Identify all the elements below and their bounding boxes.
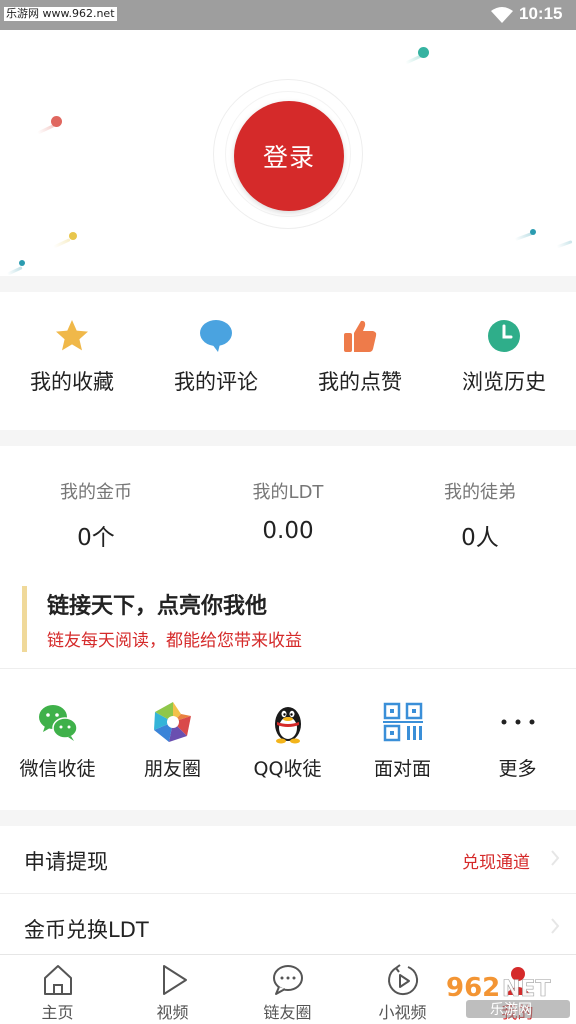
exchange-ldt-label: 金币兑换LDT <box>24 918 149 942</box>
face-to-face-button[interactable]: 面对面 <box>345 700 460 781</box>
comment-bubble-icon <box>200 320 232 352</box>
nav-short-video-label: 小视频 <box>378 1003 427 1022</box>
qq-recruit-label: QQ收徒 <box>253 758 322 780</box>
withdraw-label: 申请提现 <box>24 850 108 874</box>
chat-bubble-icon <box>272 965 303 995</box>
star-icon <box>56 320 88 351</box>
wechat-icon <box>38 705 78 741</box>
likes-button[interactable]: 我的点赞 <box>288 318 432 396</box>
decorative-dot <box>418 47 429 58</box>
ldt-stat[interactable]: 我的LDT 0.00 <box>192 478 384 544</box>
divider-line <box>0 668 576 669</box>
home-icon <box>43 965 72 995</box>
moments-icon <box>152 702 193 742</box>
decorative-dot <box>19 260 25 266</box>
site-logo-watermark: 962 NET 乐游网 <box>446 973 570 1018</box>
ldt-title: 我的LDT <box>252 482 324 503</box>
qq-recruit-button[interactable]: QQ收徒 <box>230 700 345 781</box>
favorites-button[interactable]: 我的收藏 <box>0 318 144 396</box>
section-divider <box>0 810 576 826</box>
wechat-recruit-button[interactable]: 微信收徒 <box>0 700 115 781</box>
decorative-dot <box>51 116 62 127</box>
nav-video[interactable]: 视频 <box>115 963 230 1023</box>
cash-channel-link[interactable]: 兑现通道 <box>462 848 530 873</box>
qr-code-icon <box>382 702 423 742</box>
decorative-trail <box>556 240 573 249</box>
likes-label: 我的点赞 <box>318 370 402 394</box>
clock-icon <box>488 320 520 352</box>
status-time: 10:15 <box>519 4 563 23</box>
favorites-label: 我的收藏 <box>30 370 114 394</box>
stats-panel: 我的金币 0个 我的LDT 0.00 我的徒弟 0人 <box>0 446 576 566</box>
chevron-right-icon <box>551 918 560 934</box>
short-video-icon <box>387 964 418 996</box>
withdraw-row[interactable]: 申请提现 兑现通道 <box>0 826 576 892</box>
status-bar: 乐游网 www.962.net 10:15 <box>0 0 576 30</box>
svg-text:962: 962 <box>446 973 500 1003</box>
slogan-title: 链接天下，点亮你我他 <box>47 594 268 619</box>
nav-short-video[interactable]: 小视频 <box>345 963 460 1023</box>
history-button[interactable]: 浏览历史 <box>432 318 576 396</box>
coins-value: 0个 <box>77 525 115 551</box>
nav-home[interactable]: 主页 <box>0 963 115 1023</box>
face-to-face-label: 面对面 <box>373 758 431 780</box>
exchange-ldt-row[interactable]: 金币兑换LDT <box>0 894 576 960</box>
recruit-share-row: 微信收徒 朋友圈 QQ收徒 面对面 更多 <box>0 670 576 810</box>
nav-friends-circle[interactable]: 链友圈 <box>230 963 345 1023</box>
nav-friends-circle-label: 链友圈 <box>263 1003 312 1022</box>
wechat-recruit-label: 微信收徒 <box>19 758 96 780</box>
apprentice-stat[interactable]: 我的徒弟 0人 <box>384 478 576 552</box>
coins-stat[interactable]: 我的金币 0个 <box>0 478 192 552</box>
apprentice-value: 0人 <box>461 525 499 551</box>
nav-video-label: 视频 <box>156 1003 189 1022</box>
section-divider <box>0 430 576 446</box>
more-share-button[interactable]: 更多 <box>460 700 575 781</box>
comments-label: 我的评论 <box>174 370 258 394</box>
quick-actions: 我的收藏 我的评论 我的点赞 浏览历史 <box>0 292 576 430</box>
coins-title: 我的金币 <box>60 482 132 503</box>
chevron-right-icon <box>551 850 560 866</box>
slogan-banner: 链接天下，点亮你我他 链友每天阅读，都能给您带来收益 <box>22 584 554 654</box>
apprentice-title: 我的徒弟 <box>444 482 516 503</box>
decorative-trail <box>6 266 23 276</box>
thumbs-up-icon <box>344 320 377 352</box>
svg-text:乐游网: 乐游网 <box>490 1002 532 1018</box>
svg-text:NET: NET <box>502 977 550 1002</box>
more-dots-icon <box>501 719 534 725</box>
comments-button[interactable]: 我的评论 <box>144 318 288 396</box>
qq-penguin-icon <box>274 707 301 744</box>
login-button[interactable]: 登录 <box>234 101 344 211</box>
ldt-value: 0.00 <box>262 518 314 544</box>
decorative-trail <box>53 238 71 249</box>
section-divider <box>0 276 576 292</box>
profile-header: 登录 <box>0 30 576 276</box>
more-label: 更多 <box>498 758 537 780</box>
moments-label: 朋友圈 <box>143 758 201 780</box>
nav-home-label: 主页 <box>41 1003 74 1022</box>
slogan-accent-bar <box>22 586 27 652</box>
site-watermark: 乐游网 www.962.net <box>4 7 117 21</box>
profile-page: 乐游网 www.962.net 10:15 登录 我的收藏 我的评论 我的点赞 … <box>0 0 576 1024</box>
moments-share-button[interactable]: 朋友圈 <box>115 700 230 781</box>
decorative-dot <box>69 232 77 240</box>
decorative-dot <box>530 229 536 235</box>
wifi-icon <box>491 7 513 23</box>
play-icon <box>162 965 187 995</box>
history-label: 浏览历史 <box>462 370 546 394</box>
slogan-subtitle: 链友每天阅读，都能给您带来收益 <box>47 631 302 651</box>
